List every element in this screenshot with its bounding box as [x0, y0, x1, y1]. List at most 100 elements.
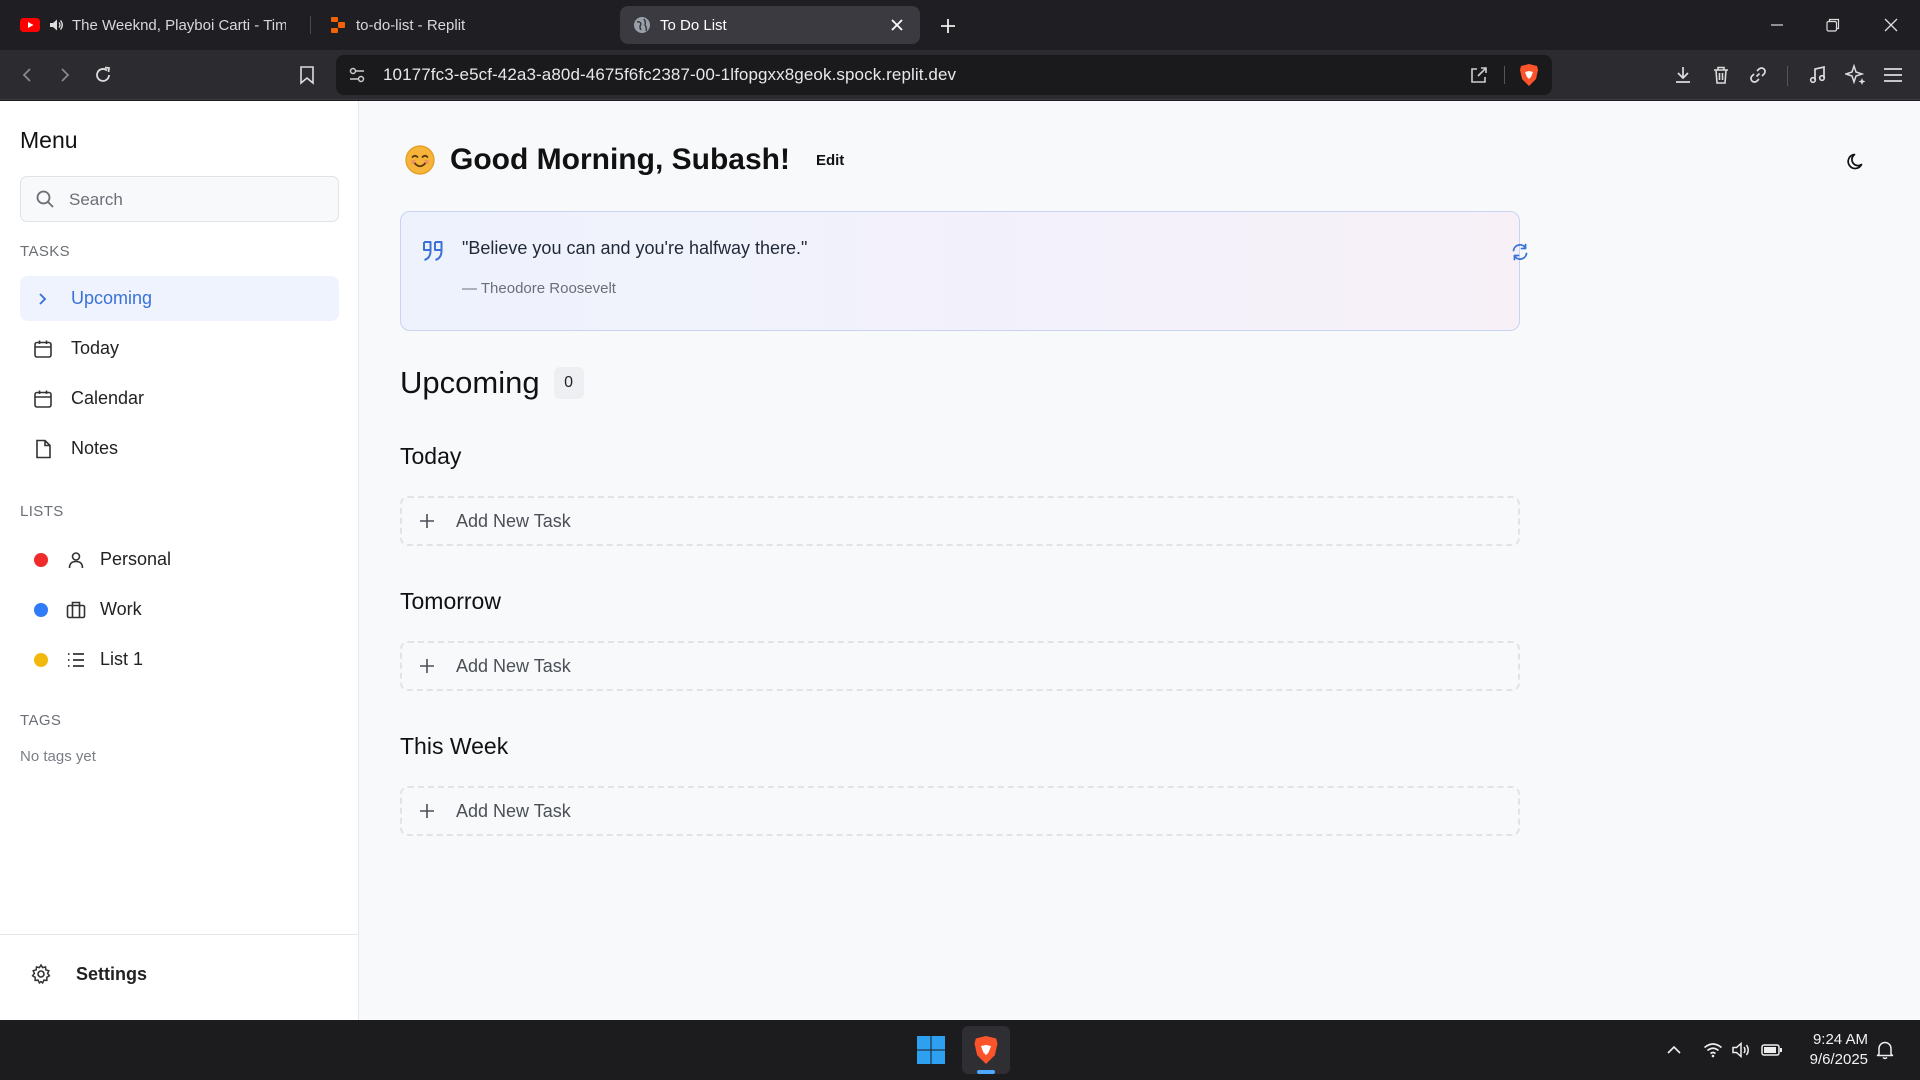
add-task-label: Add New Task	[456, 800, 571, 821]
close-window-button[interactable]	[1876, 10, 1906, 40]
section-title: Upcoming	[400, 365, 540, 400]
sidebar: Menu TASKS Upcoming Today Calendar	[0, 101, 359, 1020]
notification-bell-icon[interactable]	[1873, 1038, 1897, 1062]
sidebar-item-notes[interactable]: Notes	[20, 426, 339, 471]
search-box[interactable]	[20, 176, 339, 222]
replit-icon	[328, 15, 348, 35]
briefcase-icon	[66, 600, 86, 620]
list-icon	[66, 650, 86, 670]
site-settings-icon[interactable]	[348, 66, 366, 84]
list-item-label: List 1	[100, 649, 144, 669]
toolbar-divider	[1787, 66, 1788, 86]
close-tab-icon[interactable]	[886, 14, 908, 36]
globe-icon	[632, 15, 652, 35]
dark-mode-toggle[interactable]	[1843, 149, 1869, 175]
list-color-dot	[34, 652, 48, 667]
browser-tab-strip: The Weeknd, Playboi Carti - Timeless to-…	[0, 0, 1920, 50]
tasks-section-label: TASKS	[20, 243, 71, 260]
new-tab-button[interactable]	[934, 12, 962, 40]
battery-icon[interactable]	[1760, 1038, 1784, 1062]
file-icon	[33, 439, 53, 459]
trash-icon[interactable]	[1706, 60, 1736, 90]
sidebar-title: Menu	[20, 127, 78, 153]
system-clock[interactable]: 9:24 AM 9/6/2025	[1800, 1030, 1868, 1070]
share-icon[interactable]	[1469, 65, 1489, 85]
clock-time: 9:24 AM	[1812, 1031, 1868, 1048]
reload-button[interactable]	[88, 60, 118, 90]
list-item-list-1[interactable]: List 1	[20, 637, 339, 682]
calendar-icon	[33, 389, 53, 409]
plus-icon	[418, 802, 436, 820]
brave-icon	[972, 1034, 1000, 1066]
bookmark-icon[interactable]	[292, 60, 322, 90]
browser-tab-youtube[interactable]: The Weeknd, Playboi Carti - Timeless	[8, 6, 298, 44]
download-icon[interactable]	[1668, 60, 1698, 90]
tab-divider	[310, 16, 311, 34]
tab-title: to-do-list - Replit	[356, 16, 466, 34]
sidebar-item-label: Notes	[71, 438, 119, 458]
edit-name-button[interactable]: Edit	[816, 152, 844, 169]
calendar-icon	[33, 339, 53, 359]
main-content: Good Morning, Subash! Edit "Believe you …	[360, 101, 1920, 1020]
moon-icon	[1846, 152, 1866, 172]
brave-shields-icon[interactable]	[1518, 63, 1540, 87]
sidebar-item-label: Calendar	[71, 388, 145, 408]
tags-empty-text: No tags yet	[20, 748, 96, 765]
add-task-label: Add New Task	[456, 510, 571, 531]
tab-title: To Do List	[660, 16, 727, 34]
speaker-icon[interactable]	[48, 17, 66, 33]
back-button[interactable]	[12, 60, 42, 90]
tab-title: The Weeknd, Playboi Carti - Timeless	[72, 16, 286, 34]
smiling-face-icon	[404, 144, 436, 176]
quote-icon	[421, 240, 445, 262]
browser-tab-replit[interactable]: to-do-list - Replit	[316, 6, 606, 44]
sidebar-item-upcoming[interactable]: Upcoming	[20, 276, 339, 321]
settings-button[interactable]: Settings	[30, 954, 147, 994]
group-title-this-week: This Week	[400, 733, 509, 759]
sidebar-item-label: Today	[71, 338, 120, 358]
add-task-tomorrow-button[interactable]: Add New Task	[400, 641, 1520, 691]
music-icon[interactable]	[1803, 60, 1833, 90]
list-item-personal[interactable]: Personal	[20, 537, 339, 582]
list-item-label: Work	[100, 599, 142, 619]
sidebar-item-today[interactable]: Today	[20, 326, 339, 371]
sidebar-item-calendar[interactable]: Calendar	[20, 376, 339, 421]
link-icon[interactable]	[1743, 60, 1773, 90]
list-color-dot	[34, 602, 48, 617]
wifi-icon[interactable]	[1701, 1038, 1725, 1062]
refresh-quote-icon[interactable]	[1510, 242, 1530, 262]
address-bar[interactable]: 10177fc3-e5cf-42a3-a80d-4675f6fc2387-00-…	[336, 55, 1552, 95]
greeting-title: Good Morning, Subash!	[450, 143, 790, 176]
settings-label: Settings	[76, 963, 148, 984]
browser-tab-todo[interactable]: To Do List	[620, 6, 920, 44]
chevron-up-icon[interactable]	[1662, 1038, 1686, 1062]
add-task-this-week-button[interactable]: Add New Task	[400, 786, 1520, 836]
lists-section-label: LISTS	[20, 503, 64, 520]
start-button[interactable]	[907, 1026, 955, 1074]
section-header: Upcoming 0	[400, 365, 584, 401]
add-task-label: Add New Task	[456, 655, 571, 676]
leo-ai-icon[interactable]	[1841, 60, 1871, 90]
youtube-icon	[20, 15, 40, 35]
restore-window-button[interactable]	[1818, 10, 1848, 40]
forward-button[interactable]	[50, 60, 80, 90]
list-item-work[interactable]: Work	[20, 587, 339, 632]
url-text: 10177fc3-e5cf-42a3-a80d-4675f6fc2387-00-…	[383, 65, 957, 84]
windows-logo-icon	[916, 1035, 946, 1065]
list-color-dot	[34, 552, 48, 567]
gear-icon	[30, 963, 52, 985]
hamburger-menu-icon[interactable]	[1878, 60, 1908, 90]
omnibox-divider	[1504, 66, 1505, 84]
search-input[interactable]	[69, 187, 319, 213]
brave-taskbar-button[interactable]	[962, 1026, 1010, 1074]
minimize-window-button[interactable]	[1762, 10, 1792, 40]
quote-text: "Believe you can and you're halfway ther…	[462, 238, 808, 258]
group-title-tomorrow: Tomorrow	[400, 588, 501, 614]
add-task-today-button[interactable]: Add New Task	[400, 496, 1520, 546]
volume-icon[interactable]	[1730, 1038, 1754, 1062]
plus-icon	[418, 512, 436, 530]
sidebar-divider	[0, 934, 359, 935]
user-icon	[66, 550, 86, 570]
list-item-label: Personal	[100, 549, 172, 569]
plus-icon	[418, 657, 436, 675]
